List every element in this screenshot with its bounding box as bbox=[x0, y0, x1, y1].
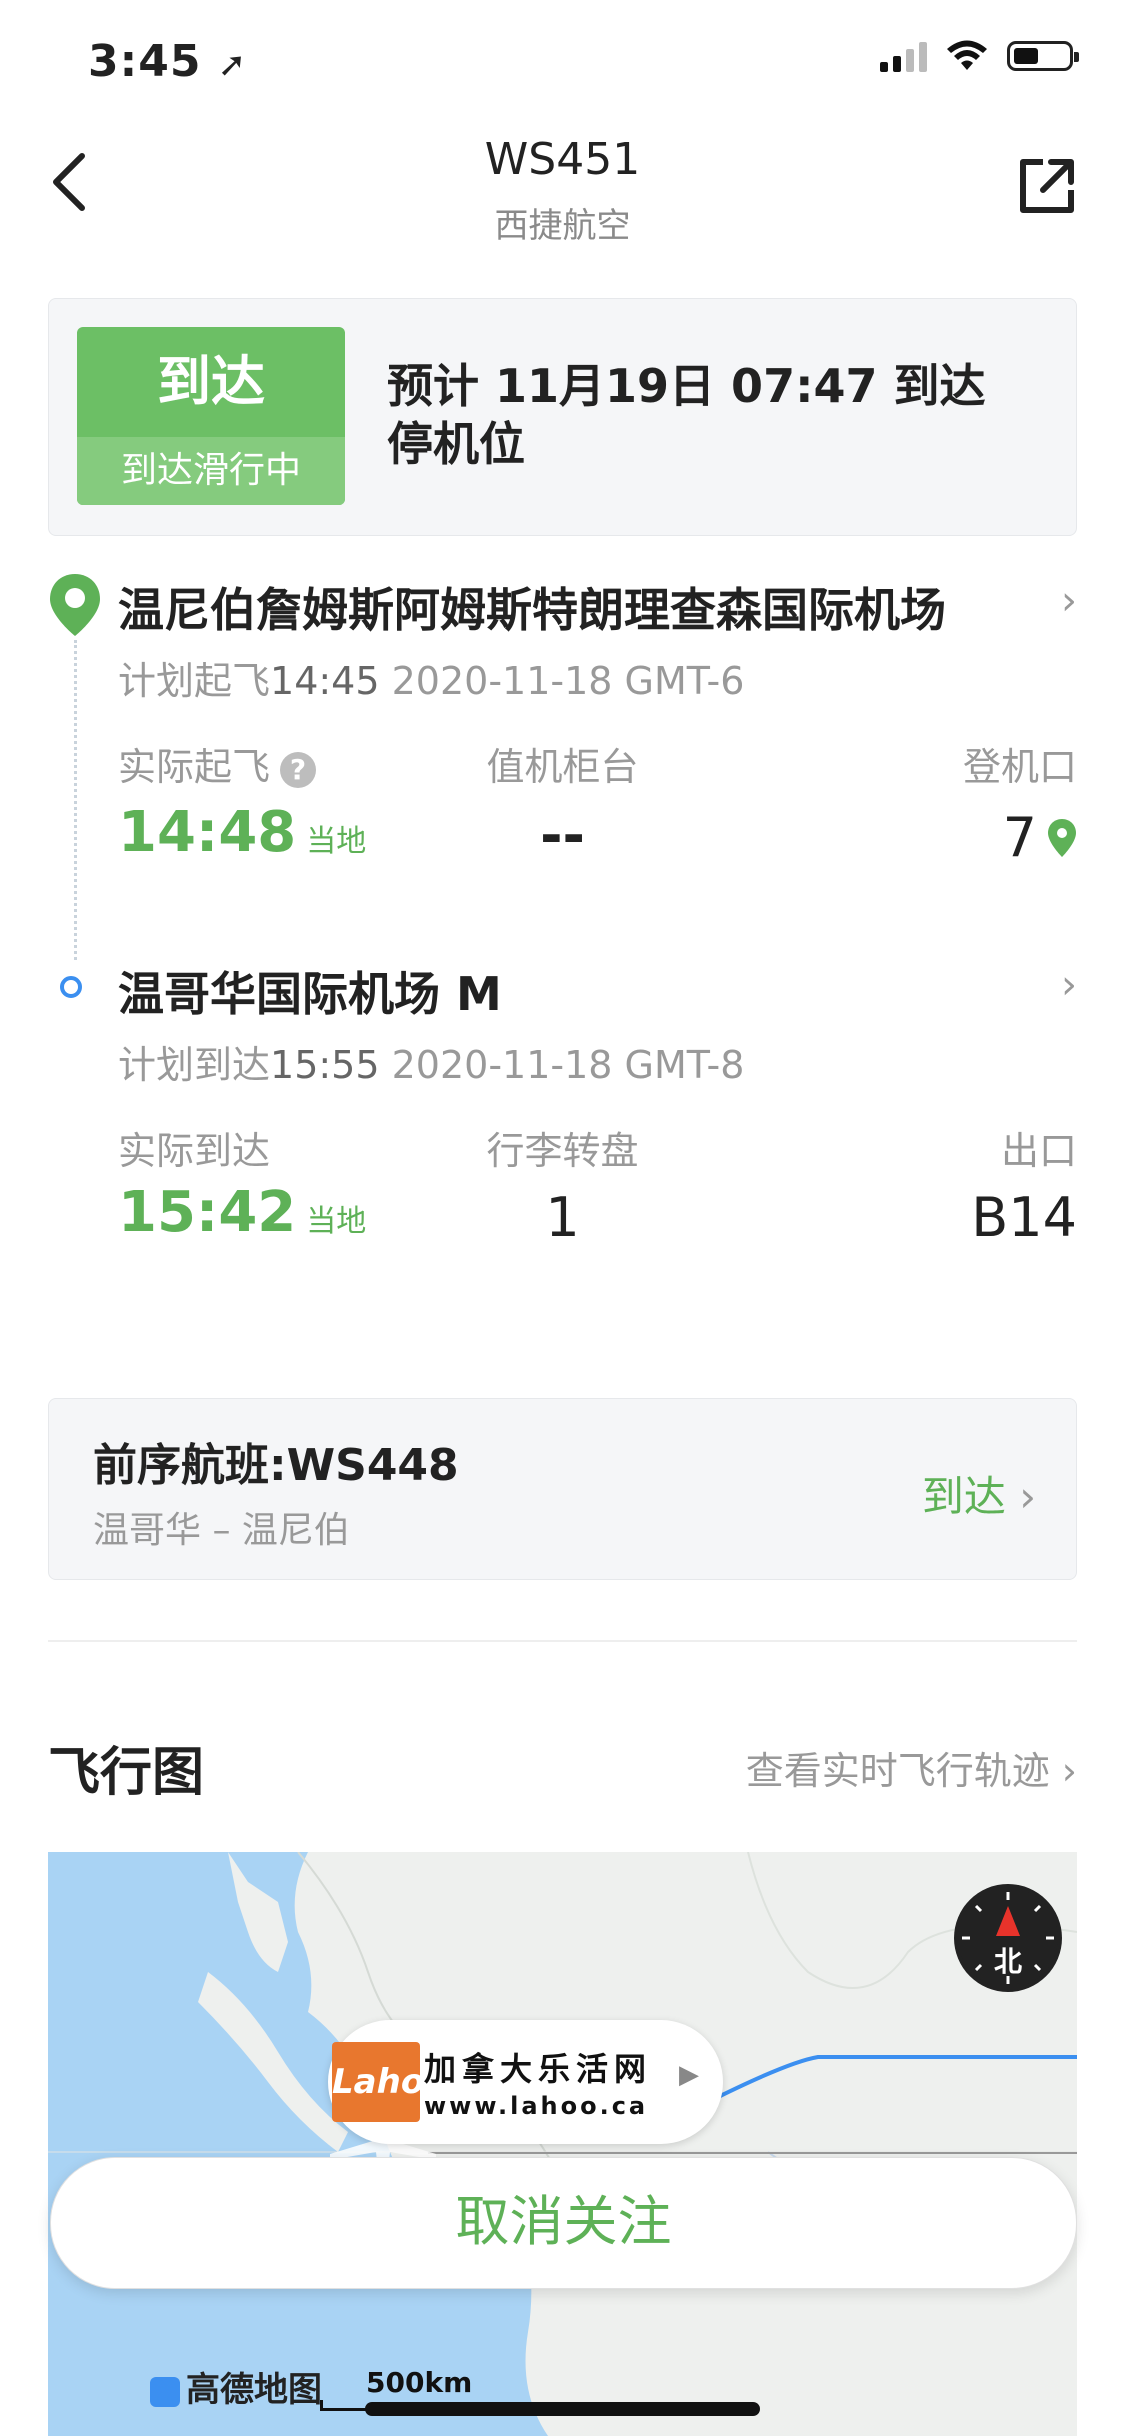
unfollow-button[interactable]: 取消关注 bbox=[50, 2157, 1077, 2289]
exit-label: 出口 bbox=[1000, 1129, 1077, 1173]
share-icon bbox=[1020, 159, 1074, 213]
compass-north-label: 北 bbox=[993, 1945, 1022, 1978]
status-indicators bbox=[880, 40, 1079, 72]
chevron-right-icon: › bbox=[1019, 1472, 1036, 1521]
location-pin-icon[interactable] bbox=[1047, 818, 1077, 858]
previous-flight-status: 到达 › bbox=[921, 1472, 1036, 1521]
baggage-carousel-label: 行李转盘 bbox=[486, 1129, 639, 1173]
watermark-badge: Lahoo 加拿大乐活网 www.lahoo.ca ▶ bbox=[328, 2020, 723, 2144]
previous-flight-route: 温哥华 – 温尼伯 bbox=[93, 1510, 350, 1551]
flight-map-title: 飞行图 bbox=[48, 1743, 205, 1803]
checkin-counter-label: 值机柜台 bbox=[486, 745, 639, 789]
flight-status-card: 到达 到达滑行中 预计 11月19日 07:47 到达 停机位 bbox=[48, 298, 1077, 536]
cellular-signal-icon bbox=[880, 40, 927, 72]
watermark-logo: Lahoo bbox=[332, 2042, 448, 2122]
status-badge-main: 到达 bbox=[157, 350, 265, 413]
baggage-carousel-value: 1 bbox=[545, 1186, 580, 1249]
map-background bbox=[48, 1852, 1077, 2436]
flight-map[interactable] bbox=[48, 1852, 1077, 2436]
map-scale-label: 500km bbox=[366, 2366, 473, 2399]
play-icon: ▶ bbox=[679, 2060, 699, 2090]
live-track-link[interactable]: 查看实时飞行轨迹 › bbox=[746, 1740, 1077, 1795]
compass-icon[interactable]: 北 bbox=[954, 1884, 1062, 1992]
status-badge-sub: 到达滑行中 bbox=[77, 437, 345, 505]
gate-value: 7 bbox=[1003, 806, 1077, 869]
departure-scheduled: 计划起飞14:45 2020-11-18 GMT-6 bbox=[118, 659, 745, 703]
route-connector bbox=[74, 640, 77, 960]
gate-label: 登机口 bbox=[962, 745, 1077, 789]
map-provider-logo: 高德地图 bbox=[150, 2362, 322, 2411]
battery-icon bbox=[1007, 41, 1079, 71]
arrival-scheduled: 计划到达15:55 2020-11-18 GMT-8 bbox=[118, 1043, 745, 1087]
watermark-url: www.lahoo.ca bbox=[424, 2092, 649, 2120]
arrival-airport[interactable]: 温哥华国际机场 M bbox=[118, 958, 502, 1024]
previous-flight-card[interactable]: 前序航班:WS448 温哥华 – 温尼伯 到达 › bbox=[48, 1398, 1077, 1580]
exit-value: B14 bbox=[971, 1186, 1077, 1249]
amap-logo-icon bbox=[150, 2376, 180, 2407]
section-divider bbox=[48, 1640, 1077, 1642]
home-indicator[interactable] bbox=[365, 2402, 760, 2416]
chevron-right-icon: › bbox=[1061, 1749, 1077, 1793]
checkin-counter-value: -- bbox=[540, 804, 585, 867]
chevron-right-icon[interactable]: › bbox=[1061, 578, 1077, 624]
watermark-title: 加拿大乐活网 bbox=[424, 2050, 653, 2088]
location-arrow-icon: ➚ bbox=[217, 45, 248, 85]
status-badge: 到达 到达滑行中 bbox=[77, 327, 345, 505]
departure-pin-icon bbox=[50, 574, 100, 636]
parking-stand-text: 停机位 bbox=[387, 417, 525, 471]
departure-airport[interactable]: 温尼伯詹姆斯阿姆斯特朗理查森国际机场 bbox=[118, 574, 946, 640]
arrival-dot-icon bbox=[60, 976, 82, 998]
share-button[interactable] bbox=[1017, 156, 1077, 220]
wifi-icon bbox=[947, 40, 987, 70]
flight-number-title: WS451 bbox=[484, 134, 641, 185]
airline-name: 西捷航空 bbox=[494, 206, 631, 246]
previous-flight-title: 前序航班:WS448 bbox=[93, 1440, 459, 1491]
status-description: 预计 11月19日 07:47 到达 停机位 bbox=[387, 357, 986, 473]
status-time: 3:45 ➚ bbox=[88, 36, 248, 87]
estimated-arrival-text: 预计 11月19日 07:47 到达 bbox=[387, 359, 986, 413]
chevron-right-icon[interactable]: › bbox=[1061, 962, 1077, 1008]
